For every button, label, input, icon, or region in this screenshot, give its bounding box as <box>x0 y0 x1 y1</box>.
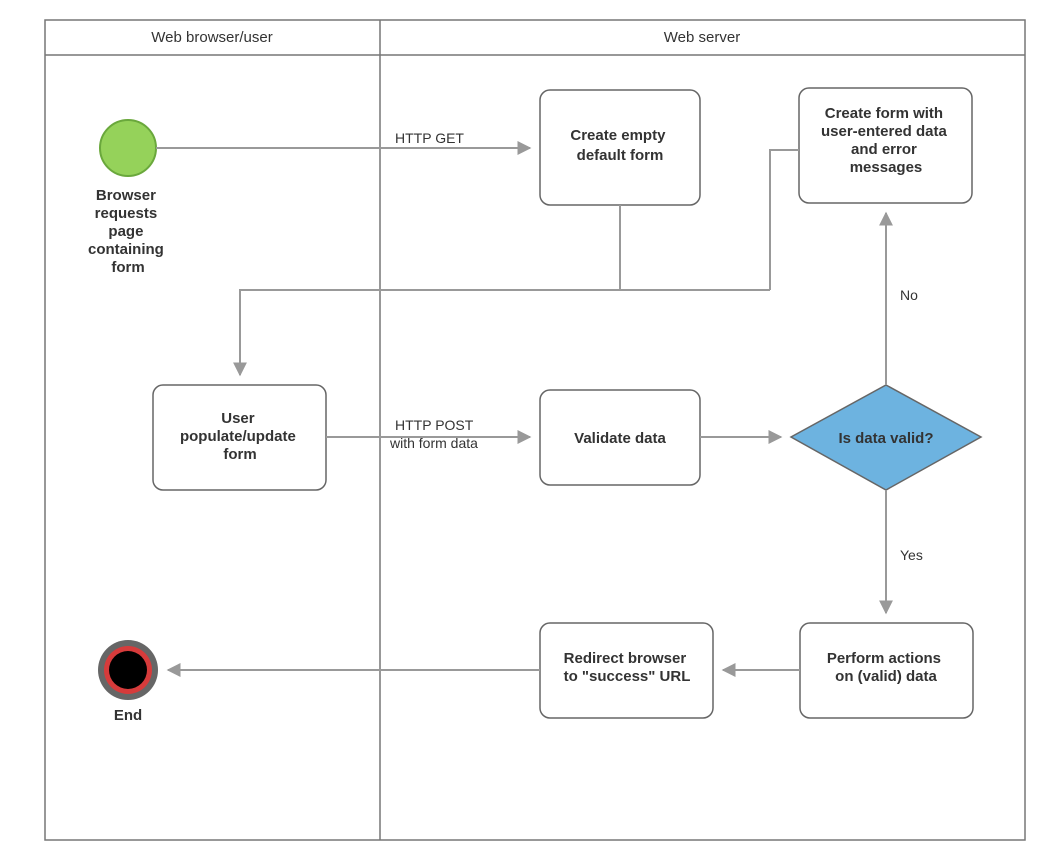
end-node: End <box>98 640 158 724</box>
svg-text:Validate data: Validate data <box>574 430 666 447</box>
end-circle-inner <box>109 651 147 689</box>
svg-text:Redirect browser to "suc: Redirect browser to "success" URL <box>564 650 691 685</box>
is-data-valid-decision: Is data valid? <box>791 385 981 490</box>
start-node-label: Browser requests page containing form <box>88 187 168 276</box>
perform-actions-node: Perform actions on (valid) data <box>800 623 973 718</box>
validate-data-node: Validate data <box>540 390 700 485</box>
lane-title-left: Web browser/user <box>151 29 272 46</box>
redirect-browser-node: Redirect browser to "success" URL <box>540 623 713 718</box>
edge-create-empty-to-populate <box>240 205 620 375</box>
edge-label-http-post-l1: HTTP POST <box>395 417 474 433</box>
create-error-form-node: Create form with user-entered data and e… <box>799 88 972 203</box>
edge-create-error-join <box>770 150 799 290</box>
edge-label-http-get: HTTP GET <box>395 130 464 146</box>
user-populate-form-node: User populate/update form <box>153 385 326 490</box>
edge-label-yes: Yes <box>900 547 923 563</box>
edge-label-no: No <box>900 287 918 303</box>
svg-text:Is data valid?: Is data valid? <box>838 430 933 447</box>
start-circle-icon <box>100 120 156 176</box>
svg-text:Perform actions on (vali: Perform actions on (valid) data <box>827 650 945 685</box>
start-node: Browser requests page containing form <box>88 120 168 276</box>
edge-label-http-post-l2: with form data <box>389 435 478 451</box>
end-node-label: End <box>114 707 142 724</box>
create-empty-form-node: Create empty default form <box>540 90 700 205</box>
lane-title-right: Web server <box>664 29 740 46</box>
